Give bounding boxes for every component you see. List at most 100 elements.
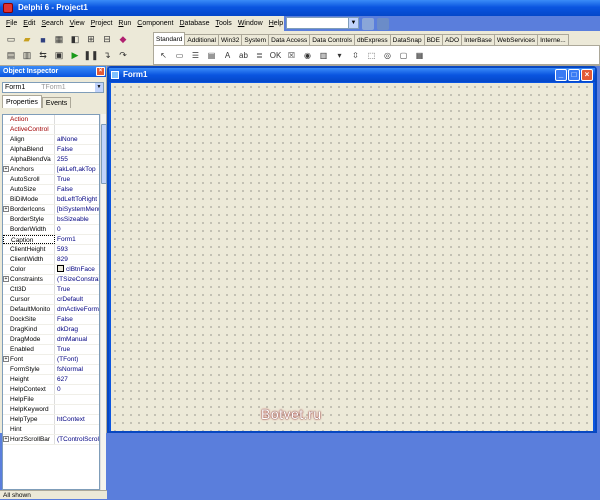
property-value[interactable]: 0 — [55, 385, 99, 394]
property-value[interactable]: False — [55, 145, 99, 154]
property-value[interactable]: dkDrag — [55, 325, 99, 334]
scrollbar-component-icon[interactable]: ⇳ — [349, 49, 362, 62]
pointer-component-icon[interactable]: ↖ — [157, 49, 170, 62]
palette-tab-interne-[interactable]: Interne... — [537, 34, 569, 45]
property-row[interactable]: ClientHeight 593 — [3, 245, 99, 255]
menu-item-run[interactable]: Run — [115, 20, 134, 27]
palette-tab-datasnap[interactable]: DataSnap — [389, 34, 425, 45]
property-value[interactable]: bdLeftToRight — [55, 195, 99, 204]
property-row[interactable]: DockSite False — [3, 315, 99, 325]
checkbox-component-icon[interactable]: ☒ — [285, 49, 298, 62]
property-row[interactable]: AlphaBlendVa 255 — [3, 155, 99, 165]
property-value[interactable]: dmActiveForm — [55, 305, 99, 314]
expand-icon[interactable]: + — [3, 356, 9, 362]
edit-component-icon[interactable]: ab — [237, 49, 250, 62]
property-row[interactable]: + Constraints (TSizeConstrai — [3, 275, 99, 285]
popupmenu-component-icon[interactable]: ▤ — [205, 49, 218, 62]
property-row[interactable]: FormStyle fsNormal — [3, 365, 99, 375]
property-row[interactable]: AutoSize False — [3, 185, 99, 195]
open-project-icon[interactable]: ◧ — [68, 33, 82, 46]
property-value[interactable]: alNone — [55, 135, 99, 144]
trace-into-icon[interactable]: ↴ — [100, 49, 114, 62]
property-row[interactable]: DragKind dkDrag — [3, 325, 99, 335]
expand-icon[interactable]: + — [3, 436, 9, 442]
property-value[interactable]: 829 — [55, 255, 99, 264]
remove-file-icon[interactable]: ⊟ — [100, 33, 114, 46]
property-row[interactable]: ActiveControl — [3, 125, 99, 135]
chevron-down-icon[interactable]: ▼ — [95, 83, 103, 92]
property-value[interactable]: 593 — [55, 245, 99, 254]
listbox-component-icon[interactable]: ▥ — [317, 49, 330, 62]
open-icon[interactable]: ▰ — [20, 33, 34, 46]
close-icon[interactable]: × — [96, 67, 105, 76]
label-component-icon[interactable]: A — [221, 49, 234, 62]
frames-component-icon[interactable]: ▭ — [173, 49, 186, 62]
close-icon[interactable]: × — [581, 69, 593, 81]
expand-icon[interactable]: + — [3, 276, 9, 282]
radiogroup-component-icon[interactable]: ◎ — [381, 49, 394, 62]
property-value[interactable]: False — [55, 315, 99, 324]
palette-tab-interbase[interactable]: InterBase — [461, 34, 495, 45]
property-value[interactable]: Form1 — [55, 235, 99, 244]
property-row[interactable]: HelpKeyword — [3, 405, 99, 415]
menu-item-view[interactable]: View — [67, 20, 88, 27]
property-value[interactable]: 0 — [55, 225, 99, 234]
palette-tab-system[interactable]: System — [241, 34, 270, 45]
property-row[interactable]: + BorderIcons [biSystemMenu — [3, 205, 99, 215]
expand-icon[interactable]: + — [3, 206, 9, 212]
button-component-icon[interactable]: OK — [269, 49, 282, 62]
palette-tab-standard[interactable]: Standard — [153, 32, 186, 45]
property-row[interactable]: Hint — [3, 425, 99, 435]
panel-component-icon[interactable]: ▢ — [397, 49, 410, 62]
property-row[interactable]: Ctl3D True — [3, 285, 99, 295]
form-title-bar[interactable]: Form1 _ □ × — [109, 68, 595, 82]
minimize-icon[interactable]: _ — [555, 69, 567, 81]
menu-item-tools[interactable]: Tools — [212, 20, 234, 27]
property-value[interactable]: (TControlScroll — [55, 435, 99, 444]
property-row[interactable]: DefaultMonito dmActiveForm — [3, 305, 99, 315]
property-row[interactable]: Color clBtnFace — [3, 265, 99, 275]
property-row[interactable]: Enabled True — [3, 345, 99, 355]
toggle-icon[interactable]: ⇆ — [36, 49, 50, 62]
palette-tab-bde[interactable]: BDE — [423, 34, 443, 45]
palette-tab-data-controls[interactable]: Data Controls — [309, 34, 355, 45]
tab-events[interactable]: Events — [41, 97, 72, 108]
property-row[interactable]: HelpContext 0 — [3, 385, 99, 395]
property-value[interactable]: clBtnFace — [55, 265, 99, 274]
property-value[interactable] — [55, 395, 99, 404]
maximize-icon[interactable]: □ — [568, 69, 580, 81]
add-file-icon[interactable]: ⊞ — [84, 33, 98, 46]
property-row[interactable]: Action — [3, 115, 99, 125]
desktop-layout-combo[interactable]: ▼ — [286, 17, 359, 29]
save-desktop-icon[interactable] — [362, 17, 374, 30]
object-selector[interactable]: Form1 TForm1 ▼ — [2, 82, 104, 93]
memo-component-icon[interactable]: ≣ — [253, 49, 266, 62]
combobox-component-icon[interactable]: ▾ — [333, 49, 346, 62]
save-icon[interactable]: ■ — [36, 33, 50, 46]
step-over-icon[interactable]: ↷ — [116, 49, 130, 62]
palette-tab-win32[interactable]: Win32 — [217, 34, 243, 45]
menu-item-file[interactable]: File — [3, 20, 20, 27]
property-value[interactable]: True — [55, 175, 99, 184]
view-unit-icon[interactable]: ▤ — [4, 49, 18, 62]
chevron-down-icon[interactable]: ▼ — [348, 18, 358, 28]
menu-item-database[interactable]: Database — [176, 20, 212, 27]
property-value[interactable]: [akLeft,akTop — [55, 165, 99, 174]
form-design-surface[interactable] — [111, 83, 593, 431]
view-form-icon[interactable]: ▥ — [20, 49, 34, 62]
expand-icon[interactable]: + — [3, 166, 9, 172]
set-debug-desktop-icon[interactable] — [377, 17, 389, 30]
property-row[interactable]: HelpType htContext — [3, 415, 99, 425]
new-icon[interactable]: ▭ — [4, 33, 18, 46]
menu-item-search[interactable]: Search — [38, 20, 66, 27]
property-value[interactable]: crDefault — [55, 295, 99, 304]
property-value[interactable] — [55, 125, 99, 134]
property-row[interactable]: Height 627 — [3, 375, 99, 385]
property-row[interactable]: + Anchors [akLeft,akTop — [3, 165, 99, 175]
property-value[interactable]: True — [55, 345, 99, 354]
property-row[interactable]: BiDiMode bdLeftToRight — [3, 195, 99, 205]
property-value[interactable]: fsNormal — [55, 365, 99, 374]
property-row[interactable]: HelpFile — [3, 395, 99, 405]
palette-tab-ado[interactable]: ADO — [441, 34, 463, 45]
property-value[interactable] — [55, 405, 99, 414]
